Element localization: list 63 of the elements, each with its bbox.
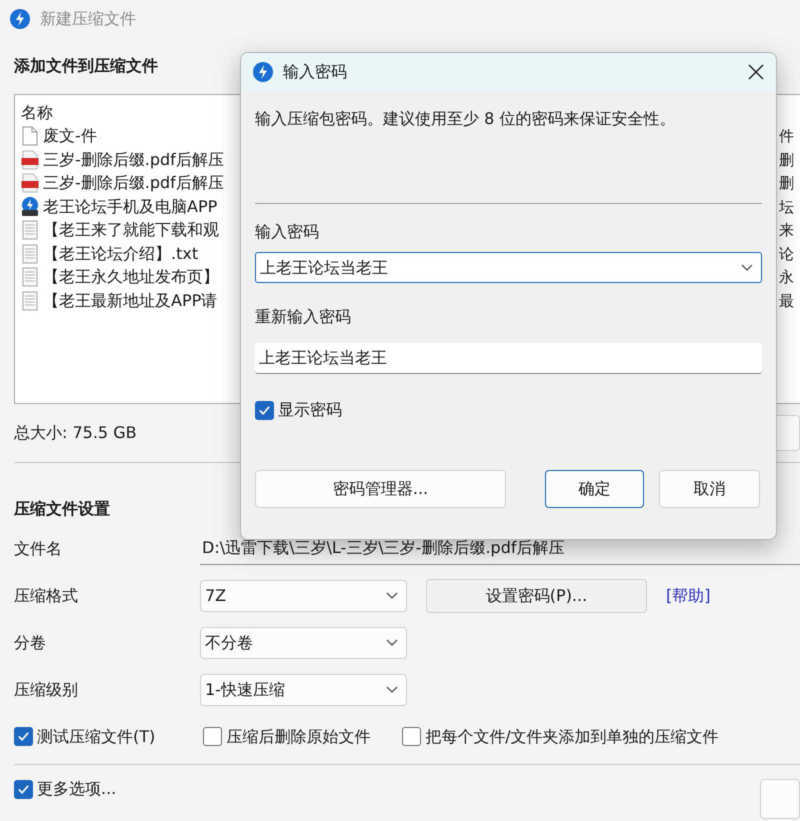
file-name[interactable]: 废文-件 [43, 124, 243, 148]
pdf-file-icon [21, 173, 39, 194]
app-icon [253, 62, 273, 82]
format-select[interactable]: 7Z [200, 580, 407, 612]
table-cell-text: 删 [779, 173, 794, 194]
dialog-button[interactable]: 取消 [659, 470, 760, 508]
table-cell-text: 删 [779, 150, 794, 170]
section-heading: 压缩文件设置 [14, 498, 110, 520]
app-icon [10, 9, 30, 29]
field-label: 分卷 [14, 632, 47, 654]
section-heading: 添加文件到压缩文件 [14, 55, 158, 77]
partial-button[interactable] [760, 779, 800, 819]
password-field[interactable]: 上老王论坛当老王 [255, 252, 762, 283]
set-password-button[interactable]: 设置密码(P)... [426, 578, 647, 612]
field-label: 重新输入密码 [255, 306, 352, 328]
caret-icon [386, 686, 398, 694]
table-cell-text: 坛 [779, 196, 794, 218]
dialog-button[interactable]: 密码管理器... [255, 470, 506, 508]
dialog-title: 输入密码 [283, 61, 347, 83]
text-file-icon [21, 290, 39, 311]
check-icon [17, 730, 30, 743]
confirm-password-field[interactable]: 上老王论坛当老王 [255, 343, 762, 374]
close-icon [748, 64, 764, 80]
file-name[interactable]: 【老王来了就能下载和观 [43, 218, 243, 242]
show-password-checkbox[interactable]: 显示密码 [255, 398, 342, 422]
option-checkbox[interactable]: 压缩后删除原始文件 [203, 724, 370, 748]
check-icon [258, 404, 271, 416]
file-name[interactable]: 【老王永久地址发布页】 [43, 265, 243, 290]
table-cell-text: 最 [779, 290, 794, 312]
file-name[interactable]: 老王论坛手机及电脑APP [43, 194, 243, 219]
volume-select[interactable]: 不分卷 [200, 626, 407, 658]
check-icon [17, 782, 30, 796]
field-label: 文件名 [14, 538, 63, 560]
compression-level-select[interactable]: 1-快速压缩 [200, 674, 407, 706]
file-name[interactable]: 三岁-删除后缀.pdf后解压 [43, 148, 243, 172]
text-file-icon [21, 267, 39, 288]
column-header[interactable]: 名称 [21, 100, 53, 125]
caret-icon [741, 264, 753, 272]
option-checkbox[interactable]: 测试压缩文件(T) [14, 724, 156, 748]
caret-icon [386, 638, 398, 646]
file-name[interactable]: 【老王论坛介绍】.txt [43, 242, 243, 266]
field-label: 输入密码 [255, 221, 320, 243]
text-file-icon [21, 244, 39, 264]
pdf-file-icon [21, 150, 39, 170]
total-size: 总大小: 75.5 GB [14, 422, 137, 444]
text-file-icon [21, 220, 39, 240]
help-link[interactable]: [帮助] [666, 584, 710, 608]
caret-icon [386, 592, 398, 600]
more-options-checkbox[interactable]: 更多选项... [14, 777, 116, 801]
table-cell-text: 来 [779, 220, 794, 241]
table-cell-text: 永 [779, 267, 794, 288]
blank-file-icon [21, 126, 39, 146]
dialog-description: 输入压缩包密码。建议使用至少 8 位的密码来保证安全性。 [255, 108, 676, 130]
table-cell-text: 件 [779, 126, 794, 147]
field-label: 压缩格式 [14, 584, 79, 606]
field-label: 压缩级别 [14, 678, 79, 700]
table-cell-text: 论 [779, 244, 794, 264]
dialog-button[interactable]: 确定 [545, 470, 644, 508]
file-name[interactable]: 【老王最新地址及APP请 [43, 288, 243, 313]
option-checkbox[interactable]: 把每个文件/文件夹添加到单独的压缩文件 [402, 724, 719, 748]
window-title: 新建压缩文件 [40, 8, 136, 30]
file-name[interactable]: 三岁-删除后缀.pdf后解压 [43, 171, 243, 196]
archive-file-icon [21, 196, 39, 217]
